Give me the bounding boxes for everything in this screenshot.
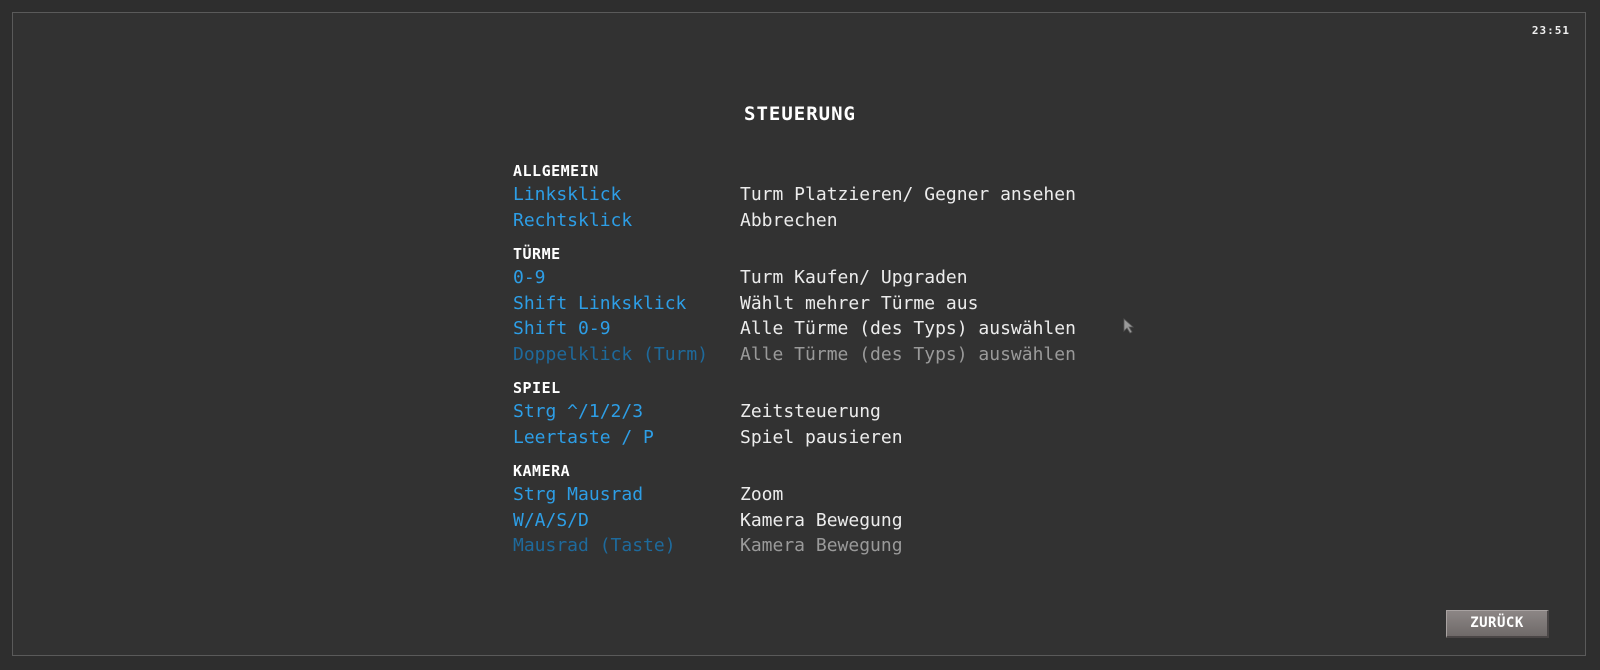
page-title: STEUERUNG xyxy=(744,103,856,125)
control-row: Strg Mausrad Zoom xyxy=(513,482,1133,508)
clock: 23:51 xyxy=(1531,24,1570,37)
control-key: W/A/S/D xyxy=(513,509,589,531)
control-description: Turm Platzieren/ Gegner ansehen xyxy=(740,184,1076,205)
back-button[interactable]: ZURÜCK xyxy=(1446,610,1549,638)
control-description: Kamera Bewegung xyxy=(740,535,903,556)
control-key: Leertaste / P xyxy=(513,426,654,448)
section-title: KAMERA xyxy=(513,462,571,480)
section-title: SPIEL xyxy=(513,379,561,397)
control-description: Wählt mehrer Türme aus xyxy=(740,292,979,314)
control-key: Mausrad (Taste) xyxy=(513,535,676,556)
control-description: Zoom xyxy=(740,484,784,505)
control-description: Kamera Bewegung xyxy=(740,509,903,531)
control-row-disabled: Mausrad (Taste) Kamera Bewegung xyxy=(513,533,1133,559)
control-key: Shift 0-9 xyxy=(513,318,611,339)
control-key: 0-9 xyxy=(513,267,546,288)
control-description: Abbrechen xyxy=(740,209,838,231)
section-title: ALLGEMEIN xyxy=(513,162,599,180)
section-title: TÜRME xyxy=(513,245,561,263)
control-key: Shift Linksklick xyxy=(513,292,687,314)
control-key: Strg Mausrad xyxy=(513,484,644,505)
control-row: W/A/S/D Kamera Bewegung xyxy=(513,508,1133,534)
section-kamera: KAMERA Strg Mausrad Zoom W/A/S/D Kamera … xyxy=(513,460,1133,559)
control-row: Leertaste / P Spiel pausieren xyxy=(513,425,1133,451)
control-key: Doppelklick (Turm) xyxy=(513,343,709,365)
control-description: Turm Kaufen/ Upgraden xyxy=(740,267,968,288)
control-row: Shift Linksklick Wählt mehrer Türme aus xyxy=(513,291,1133,317)
control-description: Alle Türme (des Typs) auswählen xyxy=(740,343,1076,365)
section-allgemein: ALLGEMEIN Linksklick Turm Platzieren/ Ge… xyxy=(513,160,1133,233)
section-spiel: SPIEL Strg ^/1/2/3 Zeitsteuerung Leertas… xyxy=(513,377,1133,450)
control-row: Linksklick Turm Platzieren/ Gegner anseh… xyxy=(513,182,1133,208)
control-row: 0-9 Turm Kaufen/ Upgraden xyxy=(513,265,1133,291)
control-description: Alle Türme (des Typs) auswählen xyxy=(740,318,1076,339)
section-tuerme: TÜRME 0-9 Turm Kaufen/ Upgraden Shift Li… xyxy=(513,243,1133,367)
control-key: Rechtsklick xyxy=(513,209,633,231)
control-row: Strg ^/1/2/3 Zeitsteuerung xyxy=(513,399,1133,425)
control-row: Rechtsklick Abbrechen xyxy=(513,208,1133,234)
control-row-disabled: Doppelklick (Turm) Alle Türme (des Typs)… xyxy=(513,342,1133,368)
control-key: Linksklick xyxy=(513,184,622,205)
controls-list: ALLGEMEIN Linksklick Turm Platzieren/ Ge… xyxy=(513,160,1133,569)
control-description: Zeitsteuerung xyxy=(740,401,881,422)
control-key: Strg ^/1/2/3 xyxy=(513,401,644,422)
control-description: Spiel pausieren xyxy=(740,426,903,448)
mouse-pointer-icon xyxy=(1123,318,1135,334)
control-row: Shift 0-9 Alle Türme (des Typs) auswähle… xyxy=(513,316,1133,342)
